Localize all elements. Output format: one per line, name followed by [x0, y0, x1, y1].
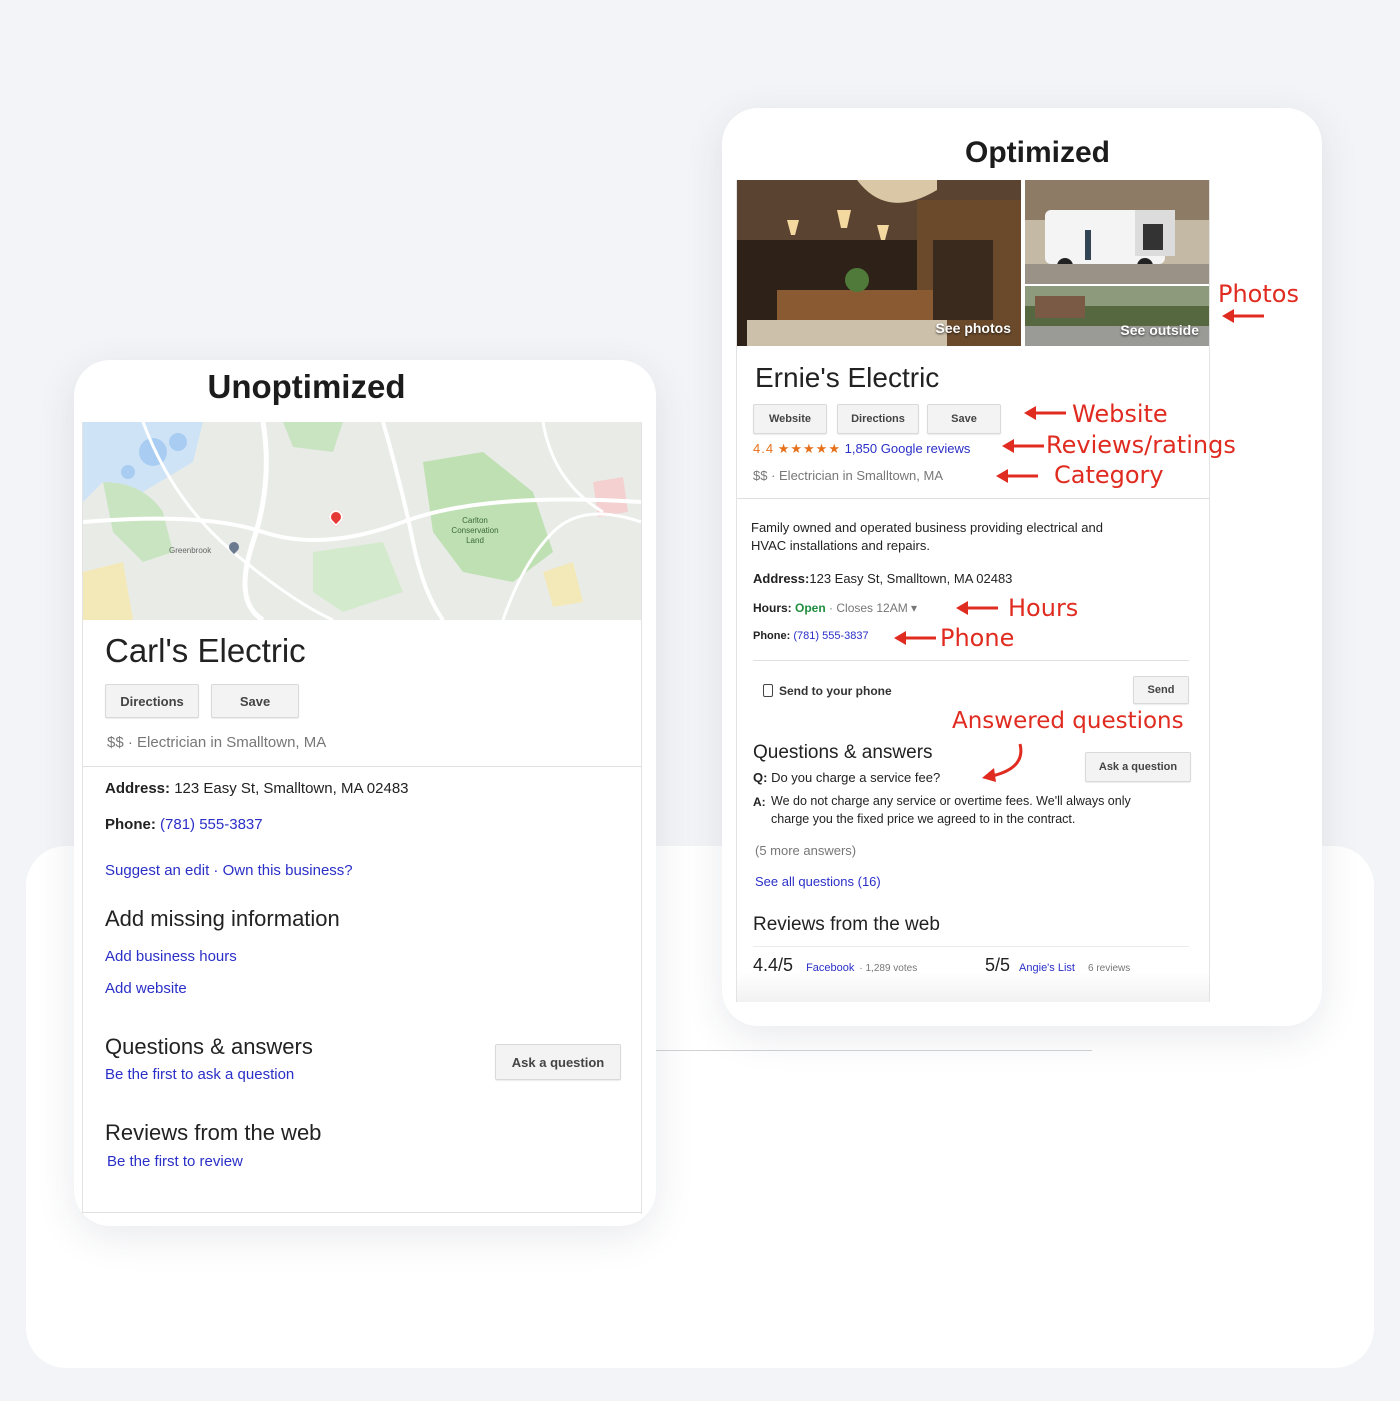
google-reviews-link[interactable]: 1,850 Google reviews — [845, 441, 971, 456]
arrow-left-icon — [1002, 439, 1044, 453]
annotation-website: Website — [1072, 400, 1168, 428]
reviews-divider — [753, 946, 1189, 947]
map[interactable]: Greenbrook Carlton Conservation Land — [83, 422, 641, 623]
curved-arrow-icon — [982, 743, 1023, 782]
add-hours-link[interactable]: Add business hours — [105, 948, 237, 965]
send-to-phone-icon — [763, 684, 773, 697]
add-website-link[interactable]: Add website — [105, 980, 187, 997]
annotation-reviews: Reviews/ratings — [1046, 431, 1236, 459]
address-row: Address: 123 Easy St, Smalltown, MA 0248… — [105, 780, 409, 797]
ask-question-button[interactable]: Ask a question — [495, 1044, 621, 1080]
optimized-title: Optimized — [964, 136, 1110, 169]
save-button[interactable]: Save — [211, 684, 299, 718]
annotation-category: Category — [1054, 461, 1164, 489]
arrow-left-icon — [996, 469, 1038, 483]
directions-button[interactable]: Directions — [837, 404, 919, 434]
map-label-greenbrook: Greenbrook — [169, 546, 212, 555]
answer-line-1: We do not charge any service or overtime… — [771, 794, 1131, 808]
business-name: Carl's Electric — [105, 632, 306, 669]
see-all-questions-link[interactable]: See all questions (16) — [755, 874, 881, 889]
address-label: Address: — [105, 780, 171, 797]
hours-row: Hours: Open · Closes 12AM ▾ — [753, 601, 917, 615]
phone-label: Phone: — [105, 816, 156, 833]
first-review-link[interactable]: Be the first to review — [107, 1153, 243, 1170]
hours-open: Open — [795, 601, 826, 615]
address-row: Address:123 Easy St, Smalltown, MA 02483 — [753, 571, 1012, 586]
answer-line-2: charge you the fixed price we agreed to … — [771, 812, 1076, 826]
question-row: Q: Do you charge a service fee? — [753, 770, 940, 785]
optimized-business-panel: See photos See outside Ernie's Electric … — [736, 180, 1210, 1002]
van-photo-graphic — [1025, 180, 1209, 284]
reviews-heading: Reviews from the web — [753, 914, 940, 935]
phone-row: Phone: (781) 555-3837 — [753, 630, 869, 642]
annotation-photos: Photos — [1218, 280, 1299, 308]
qa-heading: Questions & answers — [105, 1034, 313, 1059]
address-label: Address: — [753, 571, 810, 586]
business-name: Ernie's Electric — [755, 362, 940, 393]
question-text: Do you charge a service fee? — [771, 770, 941, 785]
unoptimized-title: Unoptimized — [207, 368, 406, 405]
unoptimized-card: Unoptimized Greenbrook Carlton Conservat… — [74, 360, 656, 1226]
annotation-hours: Hours — [1008, 594, 1079, 622]
business-category: $$ · Electrician in Smalltown, MA — [107, 734, 327, 751]
phone-row: Phone: (781) 555-3837 — [105, 816, 263, 833]
rating-value: 4.4 — [753, 441, 775, 456]
address-value: 123 Easy St, Smalltown, MA 02483 — [809, 571, 1013, 586]
website-button[interactable]: Website — [753, 404, 827, 434]
send-to-phone-label: Send to your phone — [779, 684, 892, 698]
qa-heading: Questions & answers — [753, 742, 933, 763]
description-line-2: HVAC installations and repairs. — [751, 538, 930, 553]
save-button[interactable]: Save — [927, 404, 1001, 434]
phone-link[interactable]: (781) 555-3837 — [160, 816, 263, 833]
send-divider — [753, 660, 1189, 661]
map-label-park: Carlton Conservation Land — [451, 516, 499, 545]
panel-bottom-border — [83, 1212, 641, 1213]
send-to-phone-row[interactable]: Send to your phone — [763, 684, 892, 698]
map-graphic — [83, 422, 641, 623]
phone-link[interactable]: (781) 555-3837 — [793, 630, 868, 642]
hours-label: Hours: — [753, 601, 792, 615]
description-line-1: Family owned and operated business provi… — [751, 520, 1103, 535]
hours-closes-dropdown[interactable]: · Closes 12AM ▾ — [829, 601, 917, 615]
arrow-left-icon — [1024, 406, 1066, 420]
send-button[interactable]: Send — [1133, 676, 1189, 704]
arrow-left-icon — [1222, 309, 1264, 323]
first-question-link[interactable]: Be the first to ask a question — [105, 1066, 294, 1083]
answer-label: A: — [753, 795, 766, 809]
more-answers-link[interactable]: (5 more answers) — [755, 843, 856, 858]
rating-row: 4.4 ★★★★★ 1,850 Google reviews — [753, 441, 970, 457]
missing-info-heading: Add missing information — [105, 906, 340, 931]
reviews-heading: Reviews from the web — [105, 1120, 322, 1145]
directions-button[interactable]: Directions — [105, 684, 199, 718]
ask-question-button[interactable]: Ask a question — [1085, 752, 1191, 782]
background-divider — [656, 1050, 1092, 1051]
arrow-left-icon — [956, 601, 998, 615]
address-value: 123 Easy St, Smalltown, MA 02483 — [174, 780, 409, 797]
see-outside-label[interactable]: See outside — [1120, 322, 1199, 338]
question-label: Q: — [753, 770, 768, 785]
outside-photo[interactable]: See outside — [1025, 286, 1209, 346]
van-photo[interactable] — [1025, 180, 1209, 284]
phone-label: Phone: — [753, 630, 791, 642]
interior-photo[interactable]: See photos — [737, 180, 1021, 346]
arrow-left-icon — [894, 631, 936, 645]
section-divider — [83, 766, 641, 767]
panel-fade — [737, 972, 1209, 1002]
unoptimized-business-panel: Greenbrook Carlton Conservation Land Car… — [82, 422, 642, 1214]
business-category: $$ · Electrician in Smalltown, MA — [753, 468, 944, 483]
section-divider — [737, 498, 1209, 499]
rating-stars-icon: ★★★★★ — [777, 441, 841, 456]
optimized-card: Optimized See photos See outside Ernie's… — [722, 108, 1322, 1026]
annotation-answered: Answered questions — [952, 708, 1184, 734]
see-photos-label[interactable]: See photos — [936, 320, 1011, 336]
annotation-phone: Phone — [940, 624, 1015, 652]
suggest-edit-link[interactable]: Suggest an edit · Own this business? — [105, 862, 353, 879]
